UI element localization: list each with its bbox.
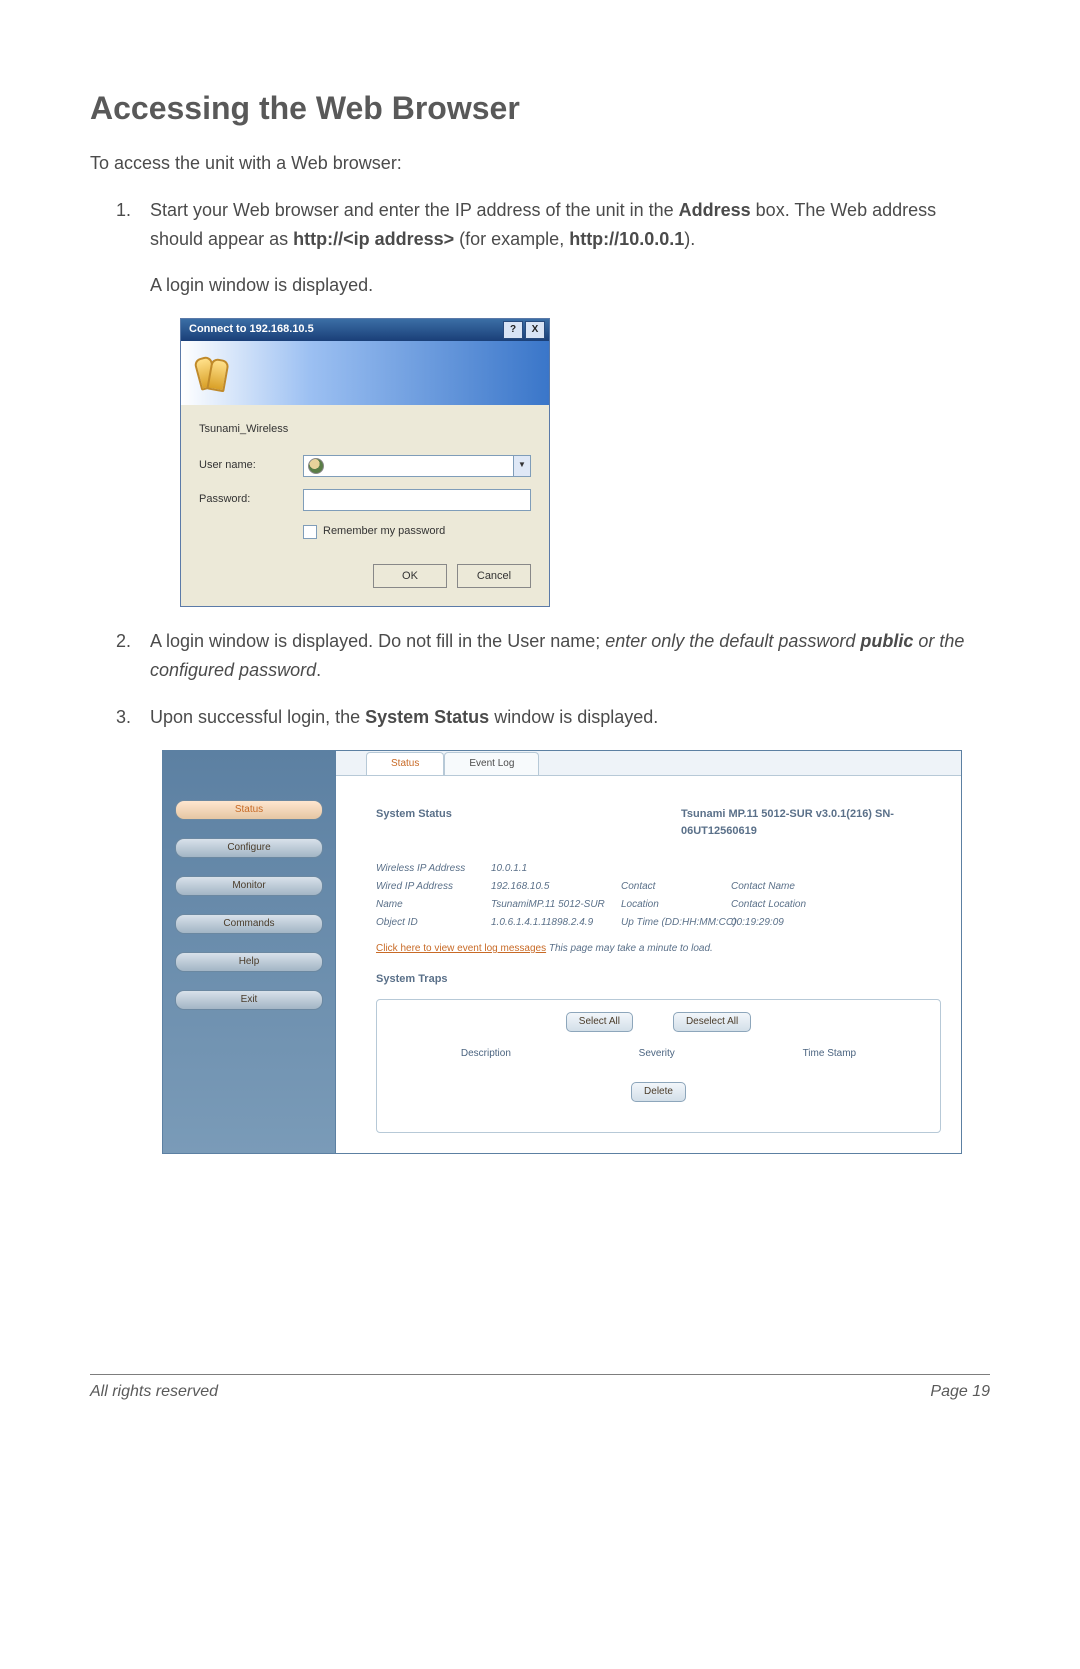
step3-pre: Upon successful login, the [150,707,365,727]
info-label [621,861,731,877]
step2-i1: enter only the default password [605,631,860,651]
step3-post: window is displayed. [489,707,658,727]
cancel-button[interactable]: Cancel [457,564,531,588]
info-value: 00:19:29:09 [731,915,941,931]
step1-b3: http://10.0.0.1 [569,229,684,249]
footer-divider [90,1374,990,1375]
username-field[interactable]: ▼ [303,455,531,477]
event-log-link[interactable]: Click here to view event log messages [376,943,546,954]
step1-p2: A login window is displayed. [150,271,990,300]
intro-text: To access the unit with a Web browser: [90,149,990,178]
remember-checkbox[interactable] [303,525,317,539]
footer-right: Page 19 [930,1383,990,1401]
system-status-screenshot: Status Configure Monitor Commands Help E… [162,750,962,1154]
col-time-stamp: Time Stamp [803,1046,857,1062]
step2-end: . [316,660,321,680]
tabs: Status Event Log [336,751,961,776]
system-status-title: System Status [376,806,452,841]
info-value: 1.0.6.1.4.1.11898.2.4.9 [491,915,621,931]
step1-post: (for example, [454,229,569,249]
step1-b1: Address [679,200,751,220]
select-all-button[interactable]: Select All [566,1012,633,1032]
info-label: Contact [621,879,731,895]
step2-pre: A login window is displayed. Do not fill… [150,631,605,651]
event-log-note: This page may take a minute to load. [546,943,713,954]
info-label: Name [376,897,491,913]
sidebar-item-monitor[interactable]: Monitor [175,876,323,896]
info-label: Up Time (DD:HH:MM:CC) [621,915,731,931]
info-label: Object ID [376,915,491,931]
login-title: Connect to 192.168.10.5 [189,321,314,339]
tab-status[interactable]: Status [366,752,444,775]
info-value: Contact Location [731,897,941,913]
sidebar-item-status[interactable]: Status [175,800,323,820]
sidebar-item-help[interactable]: Help [175,952,323,972]
sidebar-item-commands[interactable]: Commands [175,914,323,934]
page-title: Accessing the Web Browser [90,90,990,127]
login-realm: Tsunami_Wireless [199,421,531,439]
user-icon [308,458,324,474]
remember-label: Remember my password [323,523,445,541]
login-banner [181,341,549,405]
sidebar: Status Configure Monitor Commands Help E… [162,750,336,1154]
info-value [731,861,941,877]
tab-event-log[interactable]: Event Log [444,752,539,775]
footer-left: All rights reserved [90,1383,218,1401]
help-button[interactable]: ? [503,321,523,339]
step2-bi: public [860,631,913,651]
step-2: A login window is displayed. Do not fill… [136,627,990,685]
system-traps-box: Select All Deselect All Description Seve… [376,999,941,1133]
col-severity: Severity [639,1046,675,1062]
col-description: Description [461,1046,511,1062]
device-id: Tsunami MP.11 5012-SUR v3.0.1(216) SN-06… [681,806,941,841]
step1-pre: Start your Web browser and enter the IP … [150,200,679,220]
info-value: TsunamiMP.11 5012-SUR [491,897,621,913]
step-1: Start your Web browser and enter the IP … [136,196,990,608]
info-label: Wired IP Address [376,879,491,895]
info-label: Wireless IP Address [376,861,491,877]
ok-button[interactable]: OK [373,564,447,588]
step1-b2: http://<ip address> [293,229,454,249]
sidebar-item-configure[interactable]: Configure [175,838,323,858]
keys-icon [191,353,231,393]
close-button[interactable]: X [525,321,545,339]
sidebar-item-exit[interactable]: Exit [175,990,323,1010]
info-value: Contact Name [731,879,941,895]
login-titlebar: Connect to 192.168.10.5 ? X [181,319,549,341]
info-value: 192.168.10.5 [491,879,621,895]
info-grid: Wireless IP Address10.0.1.1 Wired IP Add… [376,861,941,931]
footer: All rights reserved Page 19 [90,1383,990,1401]
info-label: Location [621,897,731,913]
system-traps-heading: System Traps [376,971,941,989]
password-label: Password: [199,491,303,509]
login-dialog: Connect to 192.168.10.5 ? X Tsunami_Wire… [180,318,550,607]
username-dropdown[interactable]: ▼ [513,456,530,476]
step3-b: System Status [365,707,489,727]
step1-end: ). [684,229,695,249]
system-status-heading: System Status Tsunami MP.11 5012-SUR v3.… [376,806,941,841]
step-3: Upon successful login, the System Status… [136,703,990,1154]
deselect-all-button[interactable]: Deselect All [673,1012,751,1032]
info-value: 10.0.1.1 [491,861,621,877]
password-field[interactable] [303,489,531,511]
username-label: User name: [199,457,303,475]
delete-button[interactable]: Delete [631,1082,686,1102]
